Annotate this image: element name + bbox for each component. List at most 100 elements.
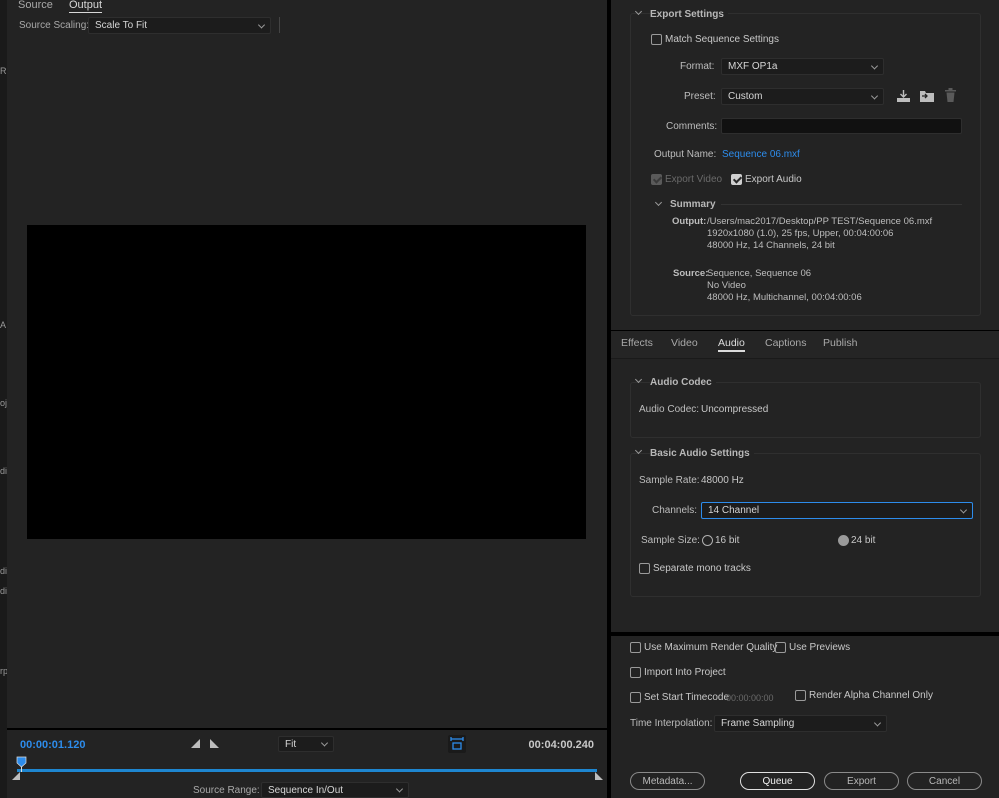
sample-size-24bit-label: 24 bit: [851, 535, 876, 546]
set-out-point-icon[interactable]: [209, 739, 219, 748]
video-preview: [27, 225, 586, 539]
timeline-track[interactable]: [17, 769, 597, 772]
in-point-marker[interactable]: [12, 772, 20, 780]
summary-source-label: Source:: [673, 268, 709, 279]
save-preset-icon[interactable]: [896, 89, 911, 103]
duration-timecode: 00:04:00.240: [528, 739, 594, 751]
channels-label: Channels:: [652, 505, 698, 516]
set-in-point-icon[interactable]: [191, 739, 201, 748]
summary-source-line: No Video: [707, 280, 746, 291]
chevron-down-icon: [320, 739, 329, 747]
source-output-panel: Source Output Source Scaling: Scale To F…: [7, 0, 607, 728]
source-range-value: Sequence In/Out: [268, 784, 344, 796]
panel-fragment: rp: [0, 666, 7, 676]
out-point-marker[interactable]: [595, 772, 603, 780]
divider: [279, 17, 280, 33]
set-start-timecode-checkbox[interactable]: [630, 692, 641, 703]
current-timecode[interactable]: 00:00:01.120: [20, 739, 85, 751]
delete-preset-icon[interactable]: [944, 88, 957, 103]
zoom-value: Fit: [285, 738, 297, 750]
queue-button[interactable]: Queue: [740, 772, 815, 790]
aspect-toggle-button[interactable]: [448, 735, 466, 753]
chevron-down-icon: [870, 61, 879, 70]
chevron-down-icon: [257, 20, 266, 29]
comments-label: Comments:: [666, 121, 718, 132]
match-sequence-label: Match Sequence Settings: [665, 34, 779, 45]
max-render-quality-checkbox[interactable]: [630, 642, 641, 653]
tab-publish[interactable]: Publish: [823, 337, 857, 349]
render-alpha-label: Render Alpha Channel Only: [809, 690, 933, 701]
metadata-button[interactable]: Metadata...: [630, 772, 705, 790]
tab-effects[interactable]: Effects: [621, 337, 653, 349]
export-button[interactable]: Export: [824, 772, 899, 790]
tab-source[interactable]: Source: [18, 0, 53, 11]
channels-value: 14 Channel: [708, 505, 760, 516]
zoom-dropdown[interactable]: Fit: [278, 736, 334, 752]
summary-output-line: 1920x1080 (1.0), 25 fps, Upper, 00:04:00…: [707, 228, 894, 239]
sample-size-16bit-label: 16 bit: [715, 535, 740, 546]
panel-fragment: R: [0, 66, 7, 76]
export-settings-panel: Export Settings Match Sequence Settings …: [611, 0, 999, 330]
panel-fragment: di: [0, 466, 7, 476]
sample-size-24bit-radio[interactable]: [838, 535, 849, 546]
summary-output-label: Output:: [672, 216, 707, 227]
output-name-label: Output Name:: [654, 149, 717, 160]
export-audio-checkbox[interactable]: [731, 174, 742, 185]
export-settings-title: Export Settings: [650, 9, 728, 20]
import-into-project-checkbox[interactable]: [630, 667, 641, 678]
import-into-project-label: Import Into Project: [644, 667, 726, 678]
channels-dropdown[interactable]: 14 Channel: [701, 502, 973, 519]
start-timecode-field[interactable]: 00:00:00:00: [726, 693, 774, 703]
output-name-link[interactable]: Sequence 06.mxf: [722, 149, 800, 160]
chevron-down-icon: [873, 718, 882, 727]
basic-audio-title: Basic Audio Settings: [650, 448, 754, 459]
source-scaling-dropdown[interactable]: Scale To Fit: [88, 17, 271, 34]
time-interpolation-value: Frame Sampling: [721, 718, 795, 729]
time-interpolation-dropdown[interactable]: Frame Sampling: [714, 715, 887, 732]
sample-size-label: Sample Size:: [641, 535, 700, 546]
summary-source-line: 48000 Hz, Multichannel, 00:04:00:06: [707, 292, 862, 303]
format-dropdown[interactable]: MXF OP1a: [721, 58, 884, 75]
match-sequence-checkbox[interactable]: [651, 34, 662, 45]
separate-mono-label: Separate mono tracks: [653, 563, 751, 574]
panel-fragment: oj: [0, 398, 7, 408]
max-render-quality-label: Use Maximum Render Quality: [644, 642, 778, 653]
export-video-label: Export Video: [665, 174, 723, 185]
format-label: Format:: [680, 61, 715, 72]
sample-rate-label: Sample Rate:: [639, 475, 700, 486]
export-video-checkbox[interactable]: [651, 174, 662, 185]
render-alpha-checkbox[interactable]: [795, 690, 806, 701]
time-interpolation-label: Time Interpolation:: [630, 718, 713, 729]
export-audio-label: Export Audio: [745, 174, 802, 185]
panel-fragment: A: [0, 320, 7, 330]
chevron-down-icon: [870, 91, 879, 100]
tab-video[interactable]: Video: [671, 337, 698, 349]
source-scaling-value: Scale To Fit: [95, 20, 148, 31]
chevron-down-icon: [395, 785, 404, 793]
sample-size-16bit-radio[interactable]: [702, 535, 713, 546]
playhead-handle[interactable]: [16, 756, 27, 772]
audio-codec-value: Uncompressed: [701, 404, 769, 415]
tab-audio[interactable]: Audio: [718, 337, 745, 352]
sample-rate-value: 48000 Hz: [701, 475, 744, 486]
tab-output[interactable]: Output: [69, 0, 103, 13]
comments-input[interactable]: [721, 118, 962, 134]
separate-mono-checkbox[interactable]: [639, 563, 650, 574]
tab-captions[interactable]: Captions: [765, 337, 806, 349]
panel-fragment: di: [0, 566, 7, 576]
summary-output-line: 48000 Hz, 14 Channels, 24 bit: [707, 240, 835, 251]
preset-dropdown[interactable]: Custom: [721, 88, 884, 105]
import-preset-icon[interactable]: [919, 89, 935, 103]
set-start-timecode-label: Set Start Timecode: [644, 692, 730, 703]
summary-output-line: /Users/mac2017/Desktop/PP TEST/Sequence …: [707, 216, 933, 227]
cancel-button[interactable]: Cancel: [907, 772, 982, 790]
source-scaling-label: Source Scaling:: [19, 20, 90, 31]
use-previews-label: Use Previews: [789, 642, 851, 653]
use-previews-checkbox[interactable]: [775, 642, 786, 653]
source-range-label: Source Range:: [193, 785, 260, 796]
preset-label: Preset:: [684, 91, 716, 102]
timeline-bar: 00:00:01.120 Fit 00:04:00.240 Source Ran…: [7, 730, 607, 798]
chevron-down-icon: [959, 505, 968, 514]
source-range-dropdown[interactable]: Sequence In/Out: [261, 782, 409, 798]
format-value: MXF OP1a: [728, 61, 778, 72]
